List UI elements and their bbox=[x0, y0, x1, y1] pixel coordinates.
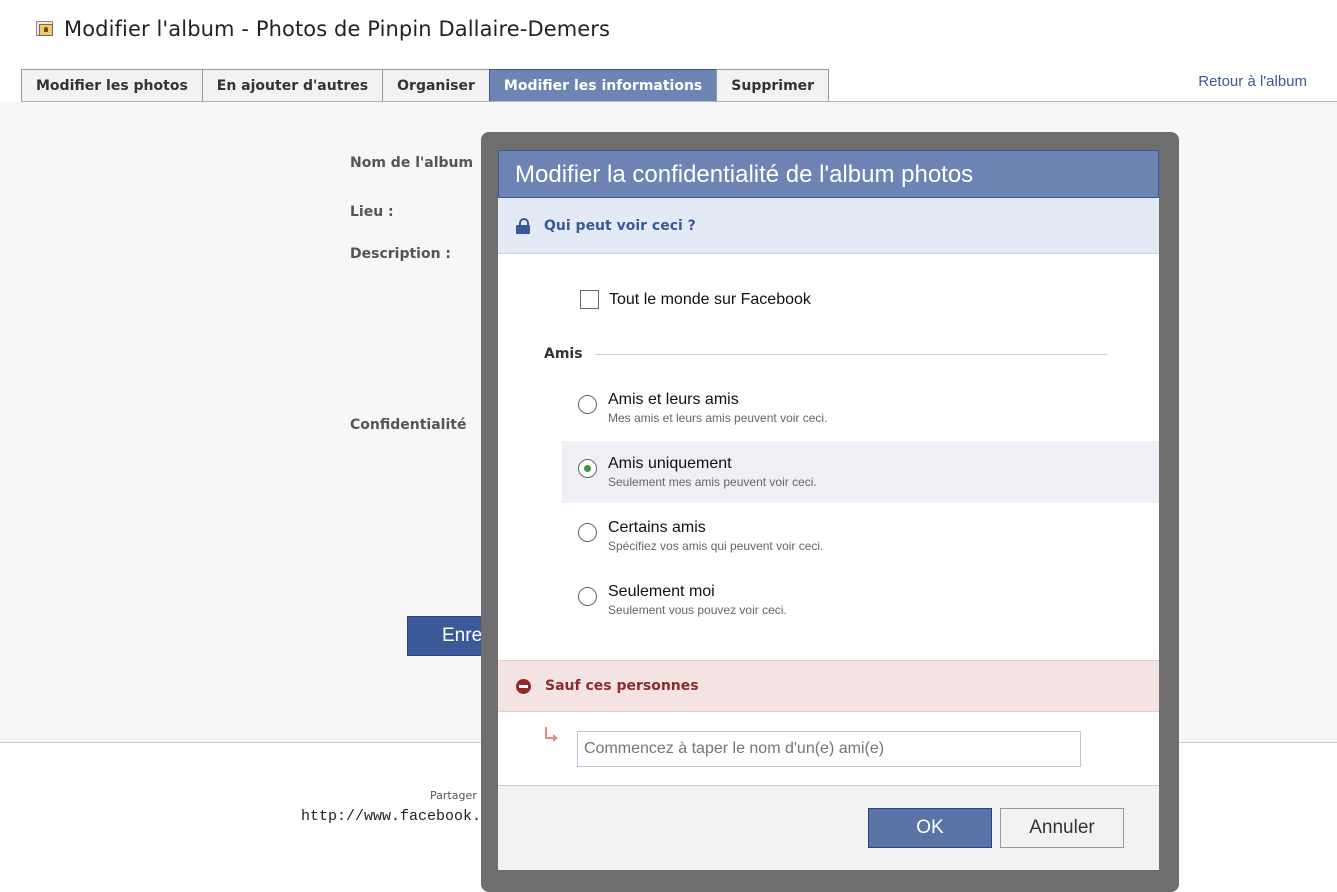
album-name-label: Nom de l'album bbox=[350, 155, 474, 171]
tab-bar: Modifier les photos En ajouter d'autres … bbox=[21, 69, 1337, 102]
tab-modifier-les-informations[interactable]: Modifier les informations bbox=[488, 69, 717, 101]
option-friends-only[interactable]: Amis uniquement Seulement mes amis peuve… bbox=[562, 441, 1159, 503]
except-bar: Sauf ces personnes bbox=[498, 660, 1159, 712]
location-label: Lieu : bbox=[350, 204, 394, 220]
ok-button[interactable]: OK bbox=[868, 808, 992, 848]
page-title: Modifier l'album - Photos de Pinpin Dall… bbox=[64, 17, 611, 41]
dialog-title: Modifier la confidentialité de l'album p… bbox=[498, 150, 1159, 198]
radio-friends-only[interactable] bbox=[578, 459, 597, 478]
lock-icon bbox=[516, 217, 530, 234]
description-label: Description : bbox=[350, 246, 452, 262]
option-label: Seulement moi bbox=[608, 583, 715, 600]
friends-section-header: Amis bbox=[544, 346, 1107, 362]
option-description: Seulement vous pouvez voir ceci. bbox=[608, 603, 787, 617]
option-description: Seulement mes amis peuvent voir ceci. bbox=[608, 475, 817, 489]
dialog-footer: OK Annuler bbox=[498, 785, 1159, 870]
option-description: Spécifiez vos amis qui peuvent voir ceci… bbox=[608, 539, 824, 553]
option-only-me[interactable]: Seulement moi Seulement vous pouvez voir… bbox=[562, 569, 1159, 631]
privacy-label: Confidentialité bbox=[350, 417, 467, 433]
option-label: Amis uniquement bbox=[608, 455, 732, 472]
except-friend-input[interactable] bbox=[577, 731, 1081, 767]
friends-header: Amis bbox=[544, 346, 583, 362]
tab-en-ajouter-d-autres[interactable]: En ajouter d'autres bbox=[201, 69, 383, 101]
cancel-button[interactable]: Annuler bbox=[1000, 808, 1124, 848]
option-label: Amis et leurs amis bbox=[608, 391, 739, 408]
tab-supprimer[interactable]: Supprimer bbox=[716, 69, 830, 101]
friends-divider bbox=[594, 353, 1107, 355]
option-label: Certains amis bbox=[608, 519, 706, 536]
radio-some-friends[interactable] bbox=[578, 523, 597, 542]
radio-only-me[interactable] bbox=[578, 587, 597, 606]
tab-organiser[interactable]: Organiser bbox=[382, 69, 489, 101]
radio-friends-of-friends[interactable] bbox=[578, 395, 597, 414]
who-can-see-bar: Qui peut voir ceci ? bbox=[498, 198, 1159, 254]
option-description: Mes amis et leurs amis peuvent voir ceci… bbox=[608, 411, 828, 425]
minus-circle-icon bbox=[516, 678, 531, 694]
everyone-label: Tout le monde sur Facebook bbox=[609, 290, 811, 308]
photo-album-icon bbox=[36, 21, 54, 37]
everyone-checkbox[interactable] bbox=[580, 290, 599, 309]
page-header: Modifier l'album - Photos de Pinpin Dall… bbox=[36, 14, 610, 44]
share-link[interactable]: Partager bbox=[430, 789, 477, 802]
option-some-friends[interactable]: Certains amis Spécifiez vos amis qui peu… bbox=[562, 505, 1159, 567]
share-url: http://www.facebook.c bbox=[301, 808, 491, 825]
who-can-see-label: Qui peut voir ceci ? bbox=[544, 217, 696, 234]
option-friends-of-friends[interactable]: Amis et leurs amis Mes amis et leurs ami… bbox=[562, 377, 1159, 439]
everyone-option[interactable]: Tout le monde sur Facebook bbox=[580, 290, 811, 309]
privacy-dialog: Modifier la confidentialité de l'album p… bbox=[498, 150, 1159, 870]
except-label: Sauf ces personnes bbox=[545, 678, 699, 694]
back-to-album-link[interactable]: Retour à l'album bbox=[1198, 73, 1307, 90]
arrow-return-icon bbox=[545, 727, 558, 742]
tab-modifier-les-photos[interactable]: Modifier les photos bbox=[21, 69, 202, 101]
